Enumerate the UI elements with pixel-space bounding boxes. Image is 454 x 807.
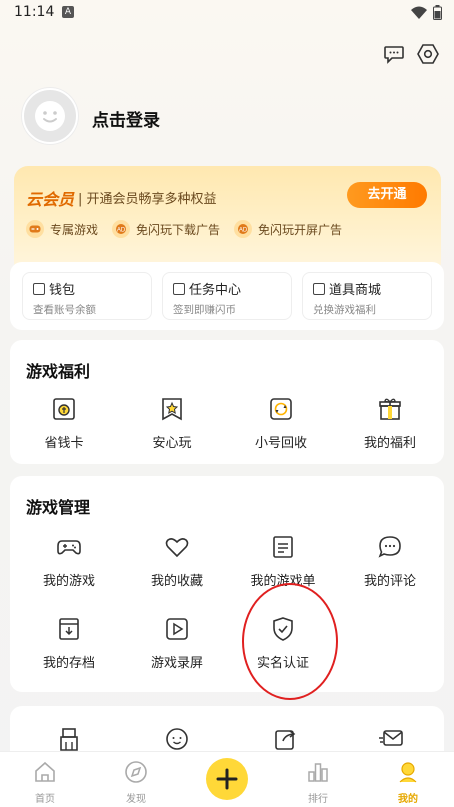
svg-text:AD: AD — [117, 228, 126, 234]
tab-label: 排行 — [308, 794, 328, 805]
quick-title: 钱包 — [49, 283, 76, 298]
vip-perk-no-splash-ads: AD 免闪玩开屏广告 — [234, 220, 342, 238]
wifi-icon — [411, 6, 427, 19]
gift-icon — [379, 398, 401, 420]
item-shop-entry[interactable]: 道具商城 兑换游戏福利 — [302, 272, 432, 320]
play-video-icon — [166, 618, 188, 640]
smiley-face-icon — [35, 101, 65, 131]
status-time: 11:14 — [14, 4, 55, 20]
comment-icon — [378, 536, 401, 558]
save-download-icon — [59, 618, 79, 640]
item-label: 我的收藏 — [150, 574, 203, 589]
home-icon — [35, 761, 55, 782]
baby-face-icon[interactable] — [164, 726, 190, 752]
vip-logo: 云会员 — [26, 190, 75, 209]
chat-bubble-icon[interactable] — [382, 42, 406, 66]
tab-label: 首页 — [35, 794, 55, 805]
status-bar: 11:14 A — [0, 0, 454, 26]
item-label: 安心玩 — [152, 436, 192, 451]
perk-label: 专属游戏 — [50, 222, 99, 237]
quick-title: 道具商城 — [329, 283, 382, 298]
account-recycle-entry[interactable]: 小号回收 — [236, 396, 326, 451]
add-button[interactable] — [206, 758, 248, 800]
perk-label: 免闪玩开屏广告 — [258, 222, 343, 237]
my-favorites-entry[interactable]: 我的收藏 — [132, 534, 222, 589]
gamepad-badge-icon — [26, 220, 44, 238]
quick-subtitle: 签到即赚闪币 — [173, 304, 236, 316]
status-icons — [411, 5, 442, 20]
item-label: 我的福利 — [363, 436, 416, 451]
my-saves-entry[interactable]: 我的存档 — [24, 616, 114, 671]
tab-mine[interactable]: 我的 — [378, 760, 438, 805]
battery-icon — [433, 5, 442, 20]
my-game-list-entry[interactable]: 我的游戏单 — [238, 534, 328, 589]
gamepad-icon — [57, 540, 81, 555]
clean-brush-icon[interactable] — [56, 726, 82, 752]
svg-text:AD: AD — [239, 228, 248, 234]
task-center-entry[interactable]: 任务中心 签到即赚闪币 — [162, 272, 292, 320]
wallet-entry[interactable]: 钱包 查看账号余额 — [22, 272, 152, 320]
compass-icon — [125, 761, 147, 783]
saving-card-entry[interactable]: 省钱卡 — [19, 396, 109, 451]
perk-label: 免闪玩下载广告 — [136, 222, 221, 237]
plus-icon — [216, 768, 238, 790]
real-name-verification-entry[interactable]: 实名认证 — [238, 616, 328, 671]
tab-label: 发现 — [126, 794, 146, 805]
game-welfare-card: 游戏福利 省钱卡 安心玩 小号回收 我的福利 — [10, 340, 444, 464]
quick-title: 任务中心 — [189, 283, 242, 298]
game-management-card: 游戏管理 我的游戏 我的收藏 我的游戏单 我的评论 我的存档 游戏录屏 实名认证 — [10, 476, 444, 692]
item-label: 游戏录屏 — [150, 656, 203, 671]
game-recording-entry[interactable]: 游戏录屏 — [132, 616, 222, 671]
task-icon — [173, 282, 185, 295]
vip-perk-exclusive-games: 专属游戏 — [26, 220, 98, 238]
section-title: 游戏管理 — [26, 498, 91, 517]
tab-home[interactable]: 首页 — [15, 760, 75, 805]
list-document-icon — [273, 536, 293, 558]
ranking-bars-icon — [308, 763, 328, 782]
my-comments-entry[interactable]: 我的评论 — [345, 534, 435, 589]
safe-play-entry[interactable]: 安心玩 — [127, 396, 217, 451]
user-profile-icon — [399, 762, 417, 783]
star-bookmark-icon — [162, 398, 182, 421]
item-label: 我的评论 — [363, 574, 416, 589]
notification-icon: A — [62, 6, 74, 18]
ad-block-icon: AD — [112, 220, 131, 238]
vip-banner[interactable]: 云会员 | 开通会员畅享多种权益 去开通 专属游戏 AD 免闪玩下载广告 AD … — [14, 166, 441, 276]
item-label: 省钱卡 — [44, 436, 84, 451]
vip-perk-no-download-ads: AD 免闪玩下载广告 — [112, 220, 220, 238]
wallet-icon — [33, 282, 45, 295]
bottom-tab-bar: 首页 发现 排行 我的 — [0, 751, 454, 807]
settings-icon[interactable] — [416, 42, 440, 66]
recycle-icon — [270, 398, 292, 420]
my-games-entry[interactable]: 我的游戏 — [24, 534, 114, 589]
login-link[interactable]: 点击登录 — [92, 106, 160, 131]
shield-check-icon — [273, 617, 293, 641]
open-vip-button[interactable]: 去开通 — [347, 182, 427, 208]
item-label: 我的存档 — [42, 656, 95, 671]
quick-access-card: 钱包 查看账号余额 任务中心 签到即赚闪币 道具商城 兑换游戏福利 — [10, 262, 444, 330]
heart-icon — [165, 538, 189, 558]
shop-icon — [313, 282, 325, 295]
quick-subtitle: 查看账号余额 — [33, 304, 96, 316]
saving-card-icon — [53, 398, 75, 420]
share-icon[interactable] — [272, 726, 298, 752]
item-label: 我的游戏 — [42, 574, 95, 589]
vip-perks: 专属游戏 AD 免闪玩下载广告 AD 免闪玩开屏广告 — [26, 220, 342, 238]
quick-subtitle: 兑换游戏福利 — [313, 304, 376, 316]
ad-block-icon: AD — [234, 220, 253, 238]
item-label: 我的游戏单 — [250, 574, 316, 589]
my-welfare-entry[interactable]: 我的福利 — [345, 396, 435, 451]
vip-description: | 开通会员畅享多种权益 — [78, 192, 217, 207]
avatar[interactable] — [22, 88, 78, 144]
tab-ranking[interactable]: 排行 — [288, 760, 348, 805]
tab-discover[interactable]: 发现 — [106, 760, 166, 805]
mail-send-icon[interactable] — [378, 726, 404, 752]
item-label: 小号回收 — [254, 436, 307, 451]
item-label: 实名认证 — [256, 656, 309, 671]
section-title: 游戏福利 — [26, 362, 91, 381]
tab-label: 我的 — [398, 794, 418, 805]
